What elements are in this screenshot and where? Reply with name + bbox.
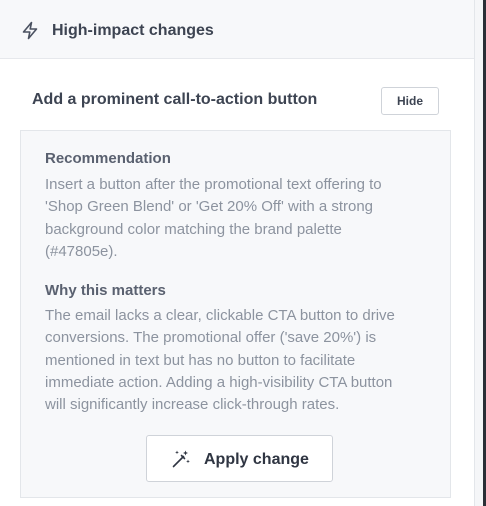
why-line: immediate action. Adding a high-visibili… xyxy=(45,373,393,391)
card-title: Add a prominent call-to-action button xyxy=(32,91,318,108)
scrollbar[interactable] xyxy=(475,0,486,506)
recommendation-line: (#47805e). xyxy=(45,242,118,260)
why-text: The email lacks a clear, clickable CTA b… xyxy=(45,305,445,416)
apply-change-button[interactable]: Apply change xyxy=(146,435,333,482)
why-heading: Why this matters xyxy=(45,282,166,299)
hide-button[interactable]: Hide xyxy=(381,87,439,115)
section-header[interactable]: High-impact changes xyxy=(0,0,474,59)
lightning-bolt-icon xyxy=(22,21,38,40)
recommendation-line: background color matching the brand pale… xyxy=(45,220,342,238)
section-title: High-impact changes xyxy=(52,22,214,39)
apply-change-label: Apply change xyxy=(204,451,309,468)
why-line: mentioned in text but has no button to f… xyxy=(45,351,356,369)
magic-wand-icon xyxy=(172,450,190,468)
recommendation-text: Insert a button after the promotional te… xyxy=(45,174,445,263)
recommendation-line: 'Shop Green Blend' or 'Get 20% Off' with… xyxy=(45,198,374,216)
recommendation-heading: Recommendation xyxy=(45,150,171,167)
why-line: conversions. The promotional offer ('sav… xyxy=(45,329,377,347)
why-line: The email lacks a clear, clickable CTA b… xyxy=(45,307,395,324)
why-line: will significantly increase click-throug… xyxy=(45,396,340,414)
suggestions-panel: High-impact changes Add a prominent call… xyxy=(0,0,475,506)
recommendation-line: Insert a button after the promotional te… xyxy=(45,176,382,193)
